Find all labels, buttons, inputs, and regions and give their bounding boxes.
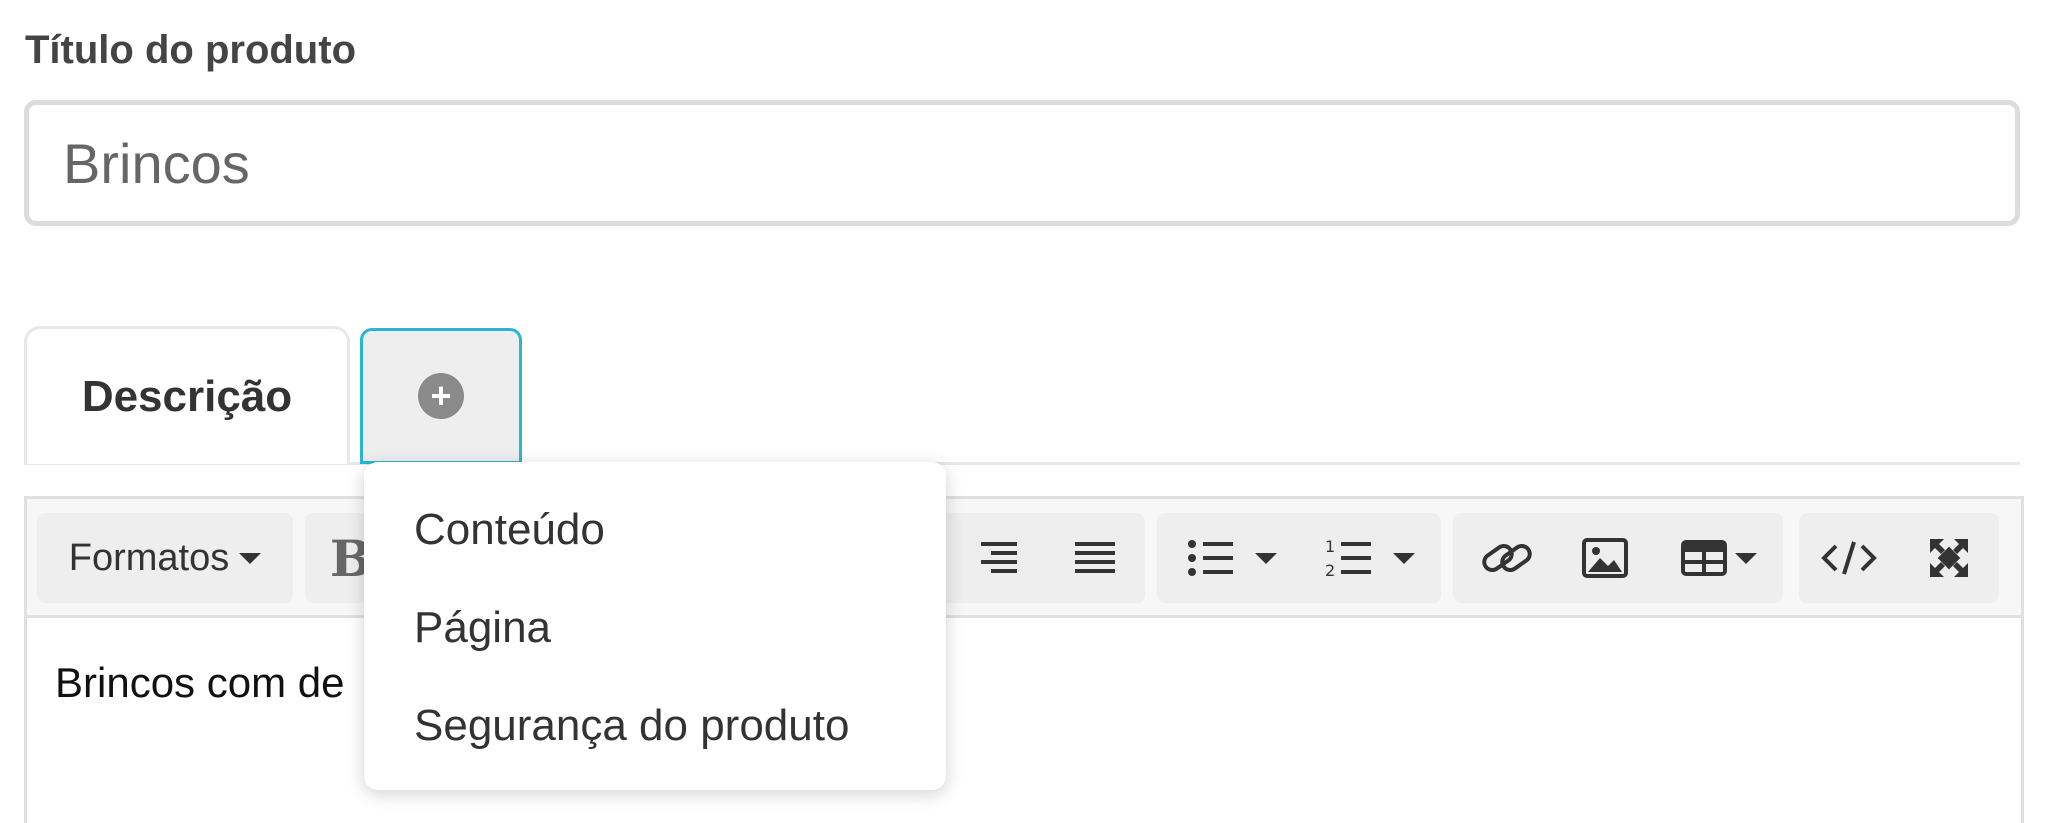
- list-group: 1 2: [1157, 513, 1441, 603]
- insert-group: [1453, 513, 1783, 603]
- editor-content[interactable]: Brincos com de: [55, 659, 344, 707]
- rich-text-editor: Formatos B 1 2 Brincos com de: [24, 496, 2024, 823]
- formats-group: Formatos: [37, 513, 293, 603]
- numbered-list-icon: 1 2: [1325, 537, 1371, 580]
- image-icon: [1582, 538, 1628, 578]
- add-tab-dropdown: Conteúdo Página Segurança do produto: [364, 462, 946, 790]
- link-icon: [1482, 543, 1532, 573]
- dropdown-item-conteudo[interactable]: Conteúdo: [414, 500, 605, 560]
- tab-description[interactable]: Descrição: [24, 326, 350, 464]
- product-title-input[interactable]: [24, 100, 2020, 226]
- bullet-list-button[interactable]: [1167, 513, 1297, 603]
- editor-toolbar: Formatos B 1 2: [27, 499, 2021, 618]
- image-button[interactable]: [1557, 513, 1653, 603]
- tab-description-label: Descrição: [81, 371, 293, 421]
- align-justify-icon: [1075, 542, 1115, 573]
- numbered-list-button[interactable]: 1 2: [1305, 513, 1435, 603]
- fullscreen-icon: [1930, 539, 1968, 577]
- link-button[interactable]: [1457, 513, 1557, 603]
- fullscreen-button[interactable]: [1899, 513, 1999, 603]
- align-right-icon: [981, 542, 1017, 573]
- add-tab-button[interactable]: +: [360, 328, 522, 464]
- view-group: [1799, 513, 1999, 603]
- chevron-down-icon: [1393, 552, 1415, 564]
- align-justify-button[interactable]: [1047, 513, 1143, 603]
- svg-text:2: 2: [1325, 561, 1335, 580]
- dropdown-item-pagina[interactable]: Página: [414, 598, 551, 658]
- align-right-button[interactable]: [947, 513, 1043, 603]
- formats-label: Formatos: [68, 536, 230, 579]
- bullet-list-icon: [1188, 540, 1233, 576]
- svg-text:1: 1: [1325, 537, 1335, 556]
- chevron-down-icon: [1735, 552, 1757, 564]
- chevron-down-icon: [1255, 552, 1277, 564]
- table-button[interactable]: [1657, 513, 1781, 603]
- product-title-label: Título do produto: [25, 28, 356, 72]
- formats-dropdown[interactable]: Formatos: [37, 513, 293, 603]
- code-icon: [1821, 541, 1877, 575]
- chevron-down-icon: [239, 552, 262, 564]
- tab-bar: Descrição +: [24, 326, 2020, 465]
- product-form: Título do produto Descrição + Formatos B: [0, 0, 2054, 823]
- dropdown-item-seguranca[interactable]: Segurança do produto: [414, 696, 849, 756]
- plus-circle-icon: +: [418, 373, 464, 419]
- code-view-button[interactable]: [1799, 513, 1899, 603]
- table-icon: [1681, 540, 1727, 576]
